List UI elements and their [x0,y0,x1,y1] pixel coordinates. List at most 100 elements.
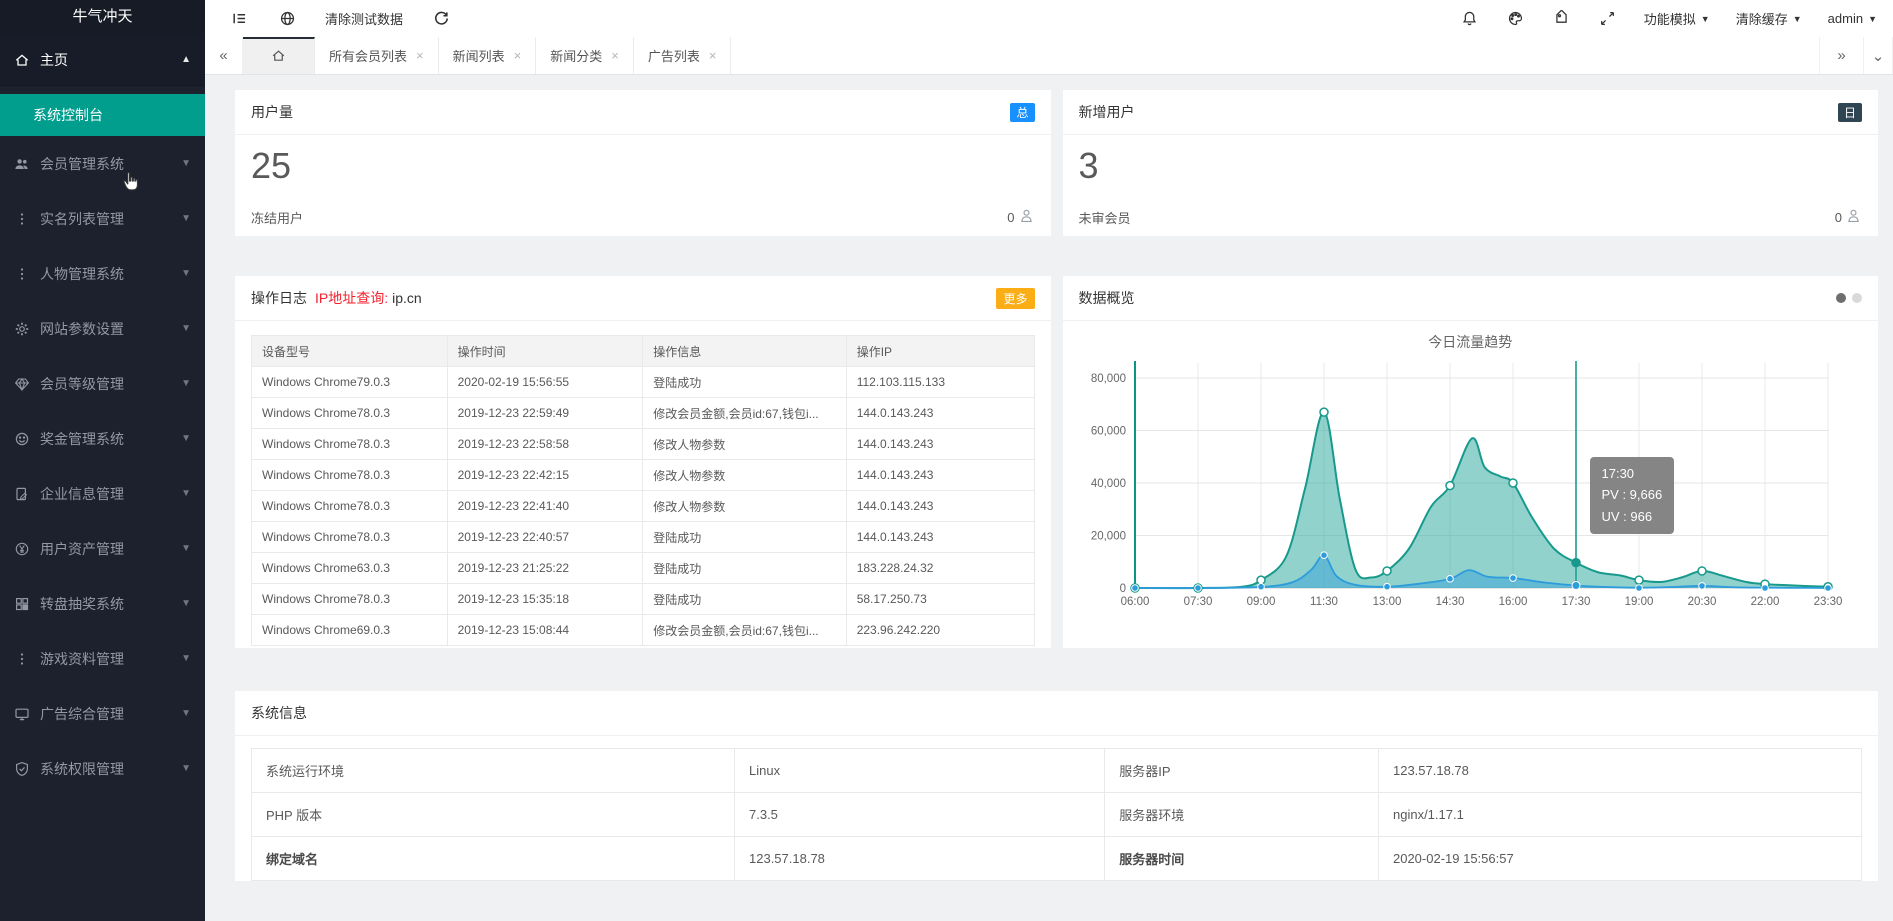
svg-text:23:30: 23:30 [1813,596,1842,608]
sidebar-menu: 主页▲系统控制台会员管理系统▼实名列表管理▼人物管理系统▼网站参数设置▼会员等级… [0,34,205,796]
data-overview-title: 数据概览 [1079,288,1135,308]
chevron-down-icon: ▼ [181,433,191,444]
log-cell: 144.0.143.243 [846,429,1034,460]
sidebar-item-会员等级管理[interactable]: 会员等级管理▼ [0,356,205,411]
sidebar-item-实名列表管理[interactable]: 实名列表管理▼ [0,191,205,246]
operation-log-table[interactable]: 设备型号操作时间操作信息操作IPWindows Chrome79.0.32020… [251,335,1035,646]
sidebar: 牛气冲天 主页▲系统控制台会员管理系统▼实名列表管理▼人物管理系统▼网站参数设置… [0,0,205,921]
tab-广告列表[interactable]: 广告列表× [634,37,732,74]
log-row[interactable]: Windows Chrome78.0.32019-12-23 15:35:18登… [252,584,1035,615]
system-info-key: 系统运行环境 [252,749,735,793]
svg-text:16:00: 16:00 [1498,596,1527,608]
stat-badge-daily[interactable]: 日 [1838,103,1862,122]
sidebar-item-系统控制台[interactable]: 系统控制台 [0,94,205,136]
system-info-key: 服务器时间 [1105,837,1379,881]
sidebar-item-label: 奖金管理系统 [40,429,181,449]
log-row[interactable]: Windows Chrome78.0.32019-12-23 22:58:58修… [252,429,1035,460]
log-cell: 修改人物参数 [643,429,846,460]
log-cell: 修改人物参数 [643,460,846,491]
stat-card-title: 新增用户 [1079,102,1135,122]
log-cell: Windows Chrome63.0.3 [252,553,448,584]
log-row[interactable]: Windows Chrome69.0.32019-12-23 15:08:44修… [252,615,1035,646]
log-row[interactable]: Windows Chrome78.0.32019-12-23 22:42:15修… [252,460,1035,491]
sidebar-item-label: 游戏资料管理 [40,649,181,669]
svg-text:60,000: 60,000 [1090,426,1125,438]
chevron-down-icon: ▼ [181,213,191,224]
tabs-menu-button[interactable]: ⌄ [1863,37,1893,74]
traffic-chart-svg: 020,00040,00060,00080,00006:0007:3009:00… [1063,353,1846,638]
doc-edit-icon [12,486,32,502]
svg-text:20:30: 20:30 [1687,596,1716,608]
gem-icon [12,376,32,392]
refresh-icon[interactable] [431,9,451,29]
close-icon[interactable]: × [611,48,619,63]
log-row[interactable]: Windows Chrome78.0.32019-12-23 22:40:57登… [252,522,1035,553]
sidebar-item-人物管理系统[interactable]: 人物管理系统▼ [0,246,205,301]
close-icon[interactable]: × [709,48,717,63]
sidebar-item-企业信息管理[interactable]: 企业信息管理▼ [0,466,205,521]
tab-label: 新闻列表 [453,46,505,65]
carousel-dot-active[interactable] [1836,293,1846,303]
tabs-scroll-right-button[interactable]: » [1819,37,1863,74]
sidebar-item-主页[interactable]: 主页▲ [0,34,205,86]
log-row[interactable]: Windows Chrome79.0.32020-02-19 15:56:55登… [252,367,1035,398]
system-info-row: 绑定域名123.57.18.78服务器时间2020-02-19 15:56:57 [252,837,1862,881]
svg-text:0: 0 [1119,583,1125,595]
sidebar-item-label: 会员管理系统 [40,154,181,174]
tab-所有会员列表[interactable]: 所有会员列表× [315,37,439,74]
sidebar-item-游戏资料管理[interactable]: 游戏资料管理▼ [0,631,205,686]
dots-icon [12,651,32,667]
clear-test-data-button[interactable]: 清除测试数据 [325,9,403,28]
globe-icon[interactable] [277,9,297,29]
chevron-up-icon: ▲ [181,54,191,65]
sidebar-item-网站参数设置[interactable]: 网站参数设置▼ [0,301,205,356]
shield-icon [12,761,32,777]
fullscreen-icon[interactable] [1598,9,1618,29]
sidebar-item-label: 企业信息管理 [40,484,181,504]
traffic-chart[interactable]: 020,00040,00060,00080,00006:0007:3009:00… [1063,353,1879,641]
log-cell: 2019-12-23 22:40:57 [447,522,643,553]
users-icon [12,156,32,172]
close-icon[interactable]: × [416,48,424,63]
log-cell: Windows Chrome78.0.3 [252,522,448,553]
carousel-dot[interactable] [1852,293,1862,303]
collapse-sidebar-icon[interactable] [229,9,249,29]
sidebar-item-会员管理系统[interactable]: 会员管理系统▼ [0,136,205,191]
tabs-scroll-left-button[interactable]: « [205,37,243,74]
sidebar-item-广告综合管理[interactable]: 广告综合管理▼ [0,686,205,741]
sidebar-item-系统权限管理[interactable]: 系统权限管理▼ [0,741,205,796]
more-button[interactable]: 更多 [996,288,1034,309]
yen-circle-icon [12,541,32,557]
clear-cache-dropdown[interactable]: 清除缓存▼ [1736,9,1802,28]
system-info-value: 123.57.18.78 [1378,749,1861,793]
sidebar-item-转盘抽奖系统[interactable]: 转盘抽奖系统▼ [0,576,205,631]
person-icon [1018,207,1035,227]
sidebar-item-奖金管理系统[interactable]: 奖金管理系统▼ [0,411,205,466]
tab-home[interactable] [243,37,315,74]
dropdown-label: 功能模拟 [1644,9,1696,28]
theme-palette-icon[interactable] [1506,9,1526,29]
close-icon[interactable]: × [514,48,522,63]
log-cell: 修改会员金额,会员id:67,钱包i... [643,398,846,429]
tab-新闻分类[interactable]: 新闻分类× [536,37,634,74]
log-cell: 2019-12-23 22:41:40 [447,491,643,522]
grid-icon [12,596,32,612]
gear-icon [12,321,32,337]
sidebar-item-用户资产管理[interactable]: 用户资产管理▼ [0,521,205,576]
toolbar-right-group: 功能模拟▼ 清除缓存▼ admin▼ [1460,9,1877,29]
stat-card-new-users: 新增用户 日 3 未审会员 0 [1063,90,1879,236]
ip-query-link[interactable]: ip.cn [392,290,422,306]
log-row[interactable]: Windows Chrome78.0.32019-12-23 22:59:49修… [252,398,1035,429]
tab-新闻列表[interactable]: 新闻列表 × [439,37,537,74]
tag-icon[interactable] [1552,9,1572,29]
system-info-title: 系统信息 [251,703,307,723]
sidebar-item-label: 人物管理系统 [40,264,181,284]
admin-user-dropdown[interactable]: admin▼ [1828,11,1877,26]
chevron-down-icon: ▼ [181,158,191,169]
function-simulate-dropdown[interactable]: 功能模拟▼ [1644,9,1710,28]
log-row[interactable]: Windows Chrome78.0.32019-12-23 22:41:40修… [252,491,1035,522]
log-row[interactable]: Windows Chrome63.0.32019-12-23 21:25:22登… [252,553,1035,584]
svg-text:19:00: 19:00 [1624,596,1653,608]
stat-badge-total[interactable]: 总 [1010,103,1034,122]
notification-bell-icon[interactable] [1460,9,1480,29]
